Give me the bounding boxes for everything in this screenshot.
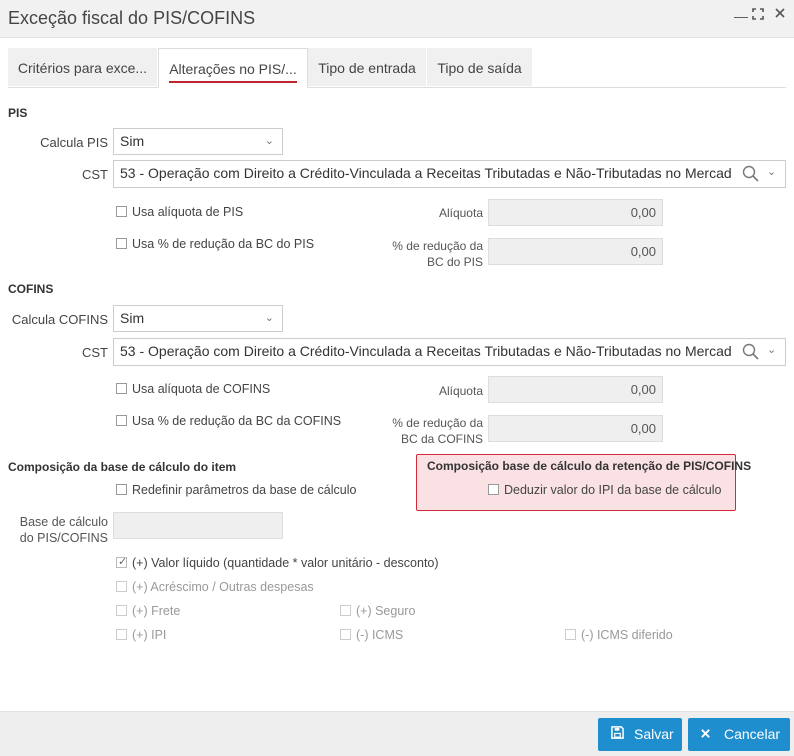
checkbox-box[interactable] [116, 238, 127, 250]
ipi-checkbox[interactable]: (+) IPI [116, 628, 166, 642]
checkbox-box[interactable] [116, 415, 127, 427]
calcula-pis-select[interactable]: Sim ⌄ [113, 128, 283, 155]
tab-alteracoes[interactable]: Alterações no PIS/... [158, 48, 308, 88]
section-title-cofins: COFINS [8, 282, 54, 296]
calcula-pis-value: Sim [120, 133, 145, 149]
checkbox-box[interactable] [116, 383, 127, 395]
deduzir-ipi-checkbox[interactable]: Deduzir valor do IPI da base de cálculo [488, 483, 722, 497]
cst-pis-value: 53 - Operação com Direito a Crédito-Vinc… [120, 165, 732, 181]
search-icon[interactable] [742, 343, 760, 364]
cst-cofins-value: 53 - Operação com Direito a Crédito-Vinc… [120, 343, 732, 359]
floppy-disk-icon [606, 718, 628, 751]
section-title-composicao: Composição da base de cálculo do item [8, 460, 237, 474]
checkbox-box[interactable] [565, 629, 576, 641]
check-icon: ✓ [118, 556, 128, 569]
chevron-down-icon[interactable]: ⌄ [767, 343, 776, 356]
reducao-cofins-input[interactable]: 0,00 [488, 415, 663, 442]
aliquota-pis-input[interactable]: 0,00 [488, 199, 663, 226]
reducao-pis-label: % de redução da BC do PIS [392, 239, 483, 269]
calcula-cofins-select[interactable]: Sim ⌄ [113, 305, 283, 332]
cst-pis-label: CST [82, 167, 108, 182]
cst-cofins-select[interactable]: 53 - Operação com Direito a Crédito-Vinc… [113, 338, 786, 366]
calcula-cofins-value: Sim [120, 310, 145, 326]
checkbox-box[interactable] [116, 581, 127, 593]
aliquota-cofins-input[interactable]: 0,00 [488, 376, 663, 403]
cst-cofins-label: CST [82, 345, 108, 360]
checkbox-box[interactable] [116, 605, 127, 617]
usa-reducao-cofins-checkbox[interactable]: Usa % de redução da BC da COFINS [116, 414, 341, 428]
seguro-checkbox[interactable]: (+) Seguro [340, 604, 415, 618]
calcula-cofins-label: Calcula COFINS [11, 312, 108, 327]
tab-criterios[interactable]: Critérios para exce... [8, 48, 157, 86]
cancel-button[interactable]: Cancelar [688, 718, 790, 751]
icms-diferido-checkbox[interactable]: (-) ICMS diferido [565, 628, 673, 642]
minimize-icon[interactable]: — [734, 8, 748, 24]
tab-tipo-entrada[interactable]: Tipo de entrada [308, 48, 426, 86]
checkbox-box[interactable] [340, 605, 351, 617]
base-calculo-input[interactable] [113, 512, 283, 539]
save-button[interactable]: Salvar [598, 718, 682, 751]
checkbox-box[interactable] [116, 206, 127, 218]
redefinir-checkbox[interactable]: Redefinir parâmetros da base de cálculo [116, 483, 356, 497]
checkbox-box[interactable] [116, 484, 127, 496]
usa-reducao-pis-checkbox[interactable]: Usa % de redução da BC do PIS [116, 237, 314, 251]
base-calculo-label: Base de cálculo do PIS/COFINS [19, 515, 108, 545]
checkbox-box[interactable]: ✓ [116, 556, 128, 569]
cst-pis-select[interactable]: 53 - Operação com Direito a Crédito-Vinc… [113, 160, 786, 188]
section-title-pis: PIS [8, 106, 28, 120]
chevron-down-icon[interactable]: ⌄ [767, 165, 776, 178]
close-icon[interactable] [774, 6, 786, 22]
reducao-pis-input[interactable]: 0,00 [488, 238, 663, 265]
valor-liquido-checkbox[interactable]: ✓ (+) Valor líquido (quantidade * valor u… [116, 556, 439, 570]
checkbox-box[interactable] [340, 629, 351, 641]
tab-tipo-saida[interactable]: Tipo de saída [427, 48, 532, 86]
acrescimo-checkbox[interactable]: (+) Acréscimo / Outras despesas [116, 580, 314, 594]
chevron-down-icon: ⌄ [264, 312, 274, 324]
maximize-icon[interactable] [752, 7, 764, 23]
frete-checkbox[interactable]: (+) Frete [116, 604, 180, 618]
chevron-down-icon: ⌄ [264, 135, 274, 147]
aliquota-cofins-label: Alíquota [438, 384, 483, 398]
section-title-retencao: Composição base de cálculo da retenção d… [427, 459, 752, 473]
aliquota-pis-label: Alíquota [438, 206, 483, 220]
checkbox-box[interactable] [488, 484, 499, 496]
reducao-cofins-label: % de redução da BC da COFINS [392, 416, 483, 446]
usa-aliquota-cofins-checkbox[interactable]: Usa alíquota de COFINS [116, 382, 270, 396]
search-icon[interactable] [742, 165, 760, 186]
window-title: Exceção fiscal do PIS/COFINS [8, 8, 256, 28]
close-icon [694, 718, 716, 751]
usa-aliquota-pis-checkbox[interactable]: Usa alíquota de PIS [116, 205, 243, 219]
icms-checkbox[interactable]: (-) ICMS [340, 628, 403, 642]
checkbox-box[interactable] [116, 629, 127, 641]
calcula-pis-label: Calcula PIS [40, 135, 108, 150]
